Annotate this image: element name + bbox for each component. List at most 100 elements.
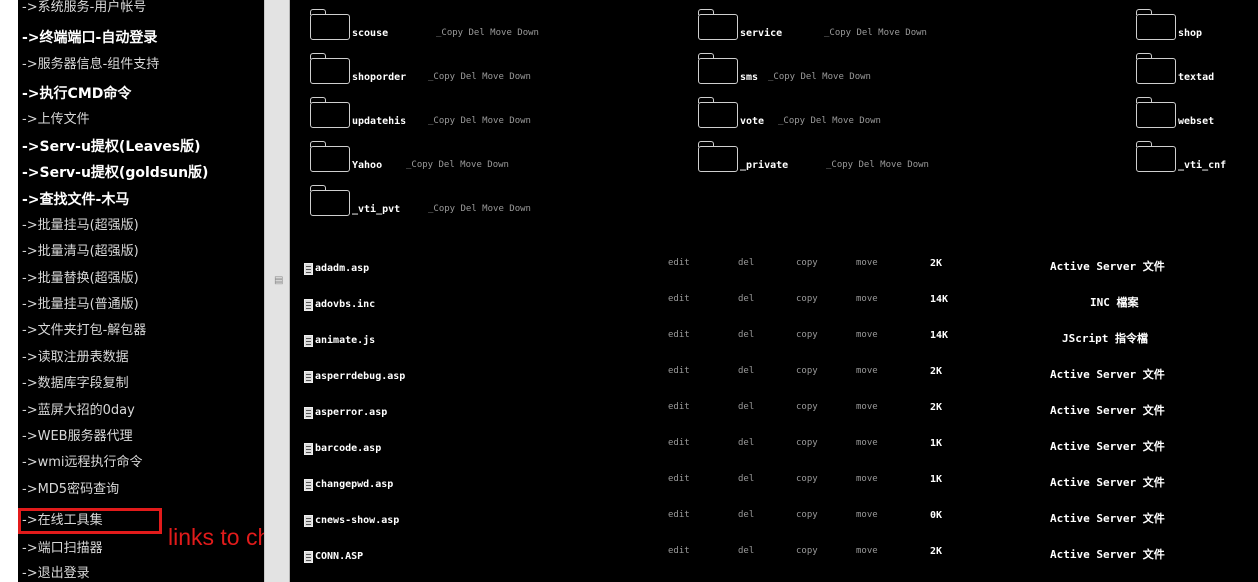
sidebar-item-registry[interactable]: ->读取注册表数据 [22, 350, 129, 366]
move-link[interactable]: move [856, 258, 878, 268]
move-link[interactable]: move [856, 294, 878, 304]
edit-link[interactable]: edit [668, 294, 690, 304]
folder-item[interactable]: updatehis _Copy Del Move Down [310, 96, 690, 130]
file-name[interactable]: asperror.asp [315, 407, 387, 418]
sidebar-item-folder-pack[interactable]: ->文件夹打包-解包器 [22, 323, 146, 339]
folder-name[interactable]: _private [740, 160, 788, 171]
sidebar-item-terminal-port[interactable]: ->终端端口-自动登录 [22, 30, 157, 46]
folder-item[interactable]: sms _Copy Del Move Down [698, 52, 1078, 86]
copy-link[interactable]: copy [796, 546, 818, 556]
delete-link[interactable]: del [738, 258, 754, 268]
file-name[interactable]: CONN.ASP [315, 551, 363, 562]
sidebar-item-server-info[interactable]: ->服务器信息-组件支持 [22, 57, 159, 73]
copy-link[interactable]: copy [796, 366, 818, 376]
copy-link[interactable]: copy [796, 474, 818, 484]
folder-name[interactable]: _vti_cnf [1178, 160, 1226, 171]
folder-name[interactable]: service [740, 28, 782, 39]
copy-link[interactable]: copy [796, 258, 818, 268]
move-link[interactable]: move [856, 546, 878, 556]
file-name[interactable]: asperrdebug.asp [315, 371, 405, 382]
sidebar-item-port-scan[interactable]: ->端口扫描器 [22, 541, 103, 557]
move-link[interactable]: move [856, 438, 878, 448]
folder-actions[interactable]: _Copy Del Move Down [826, 160, 929, 170]
sidebar-item-md5[interactable]: ->MD5密码查询 [22, 482, 119, 498]
move-link[interactable]: move [856, 510, 878, 520]
file-name[interactable]: animate.js [315, 335, 375, 346]
folder-actions[interactable]: _Copy Del Move Down [428, 116, 531, 126]
folder-name[interactable]: Yahoo [352, 160, 382, 171]
folder-name[interactable]: _vti_pvt [352, 204, 400, 215]
folder-item[interactable]: _vti_cnf [1136, 140, 1258, 174]
delete-link[interactable]: del [738, 474, 754, 484]
sidebar-item-batch-hang[interactable]: ->批量挂马(超强版) [22, 218, 139, 234]
folder-name[interactable]: shoporder [352, 72, 406, 83]
folder-name[interactable]: sms [740, 72, 758, 83]
delete-link[interactable]: del [738, 546, 754, 556]
folder-item[interactable]: service _Copy Del Move Down [698, 8, 1078, 42]
frame-splitter[interactable]: ▤ [264, 0, 290, 582]
folder-item[interactable]: _vti_pvt _Copy Del Move Down [310, 184, 690, 218]
folder-actions[interactable]: _Copy Del Move Down [406, 160, 509, 170]
sidebar-item-cmd[interactable]: ->执行CMD命令 [22, 86, 131, 102]
sidebar-item-servu-goldsun[interactable]: ->Serv-u提权(goldsun版) [22, 165, 208, 181]
folder-name[interactable]: webset [1178, 116, 1214, 127]
edit-link[interactable]: edit [668, 402, 690, 412]
sidebar-item-servu-leaves[interactable]: ->Serv-u提权(Leaves版) [22, 139, 201, 155]
move-link[interactable]: move [856, 330, 878, 340]
move-link[interactable]: move [856, 402, 878, 412]
copy-link[interactable]: copy [796, 330, 818, 340]
edit-link[interactable]: edit [668, 330, 690, 340]
move-link[interactable]: move [856, 474, 878, 484]
delete-link[interactable]: del [738, 330, 754, 340]
sidebar-item-logout[interactable]: ->退出登录 [22, 566, 90, 582]
sidebar-item-batch-replace[interactable]: ->批量替换(超强版) [22, 271, 139, 287]
delete-link[interactable]: del [738, 402, 754, 412]
move-link[interactable]: move [856, 366, 878, 376]
sidebar-item-bluescreen[interactable]: ->蓝屏大招的0day [22, 403, 135, 419]
edit-link[interactable]: edit [668, 546, 690, 556]
edit-link[interactable]: edit [668, 510, 690, 520]
folder-actions[interactable]: _Copy Del Move Down [428, 72, 531, 82]
folder-actions[interactable]: _Copy Del Move Down [824, 28, 927, 38]
sidebar-item-web-proxy[interactable]: ->WEB服务器代理 [22, 429, 133, 445]
file-name[interactable]: changepwd.asp [315, 479, 393, 490]
copy-link[interactable]: copy [796, 438, 818, 448]
sidebar-item-batch-hang-normal[interactable]: ->批量挂马(普通版) [22, 297, 139, 313]
copy-link[interactable]: copy [796, 294, 818, 304]
sidebar-item-wmi[interactable]: ->wmi远程执行命令 [22, 455, 143, 471]
sidebar-item-batch-clean[interactable]: ->批量清马(超强版) [22, 244, 139, 260]
edit-link[interactable]: edit [668, 258, 690, 268]
folder-actions[interactable]: _Copy Del Move Down [768, 72, 871, 82]
edit-link[interactable]: edit [668, 438, 690, 448]
folder-item[interactable]: shoporder _Copy Del Move Down [310, 52, 690, 86]
edit-link[interactable]: edit [668, 366, 690, 376]
folder-item[interactable]: textad [1136, 52, 1258, 86]
file-name[interactable]: barcode.asp [315, 443, 381, 454]
file-name[interactable]: adadm.asp [315, 263, 369, 274]
sidebar-item-upload[interactable]: ->上传文件 [22, 112, 90, 128]
delete-link[interactable]: del [738, 366, 754, 376]
folder-item[interactable]: vote _Copy Del Move Down [698, 96, 1078, 130]
folder-actions[interactable]: _Copy Del Move Down [428, 204, 531, 214]
file-name[interactable]: cnews-show.asp [315, 515, 399, 526]
folder-item[interactable]: _private _Copy Del Move Down [698, 140, 1098, 174]
folder-name[interactable]: updatehis [352, 116, 406, 127]
folder-item[interactable]: shop [1136, 8, 1258, 42]
folder-name[interactable]: vote [740, 116, 764, 127]
sidebar-item-service-account[interactable]: ->系统服务-用户帐号 [22, 0, 146, 16]
delete-link[interactable]: del [738, 438, 754, 448]
folder-item[interactable]: webset [1136, 96, 1258, 130]
folder-name[interactable]: scouse [352, 28, 388, 39]
folder-actions[interactable]: _Copy Del Move Down [778, 116, 881, 126]
delete-link[interactable]: del [738, 510, 754, 520]
edit-link[interactable]: edit [668, 474, 690, 484]
copy-link[interactable]: copy [796, 402, 818, 412]
delete-link[interactable]: del [738, 294, 754, 304]
folder-name[interactable]: shop [1178, 28, 1202, 39]
sidebar-item-db-copy[interactable]: ->数据库字段复制 [22, 376, 129, 392]
copy-link[interactable]: copy [796, 510, 818, 520]
sidebar-item-find-trojan[interactable]: ->查找文件-木马 [22, 192, 129, 208]
folder-item[interactable]: scouse _Copy Del Move Down [310, 8, 690, 42]
folder-name[interactable]: textad [1178, 72, 1214, 83]
folder-item[interactable]: Yahoo _Copy Del Move Down [310, 140, 690, 174]
